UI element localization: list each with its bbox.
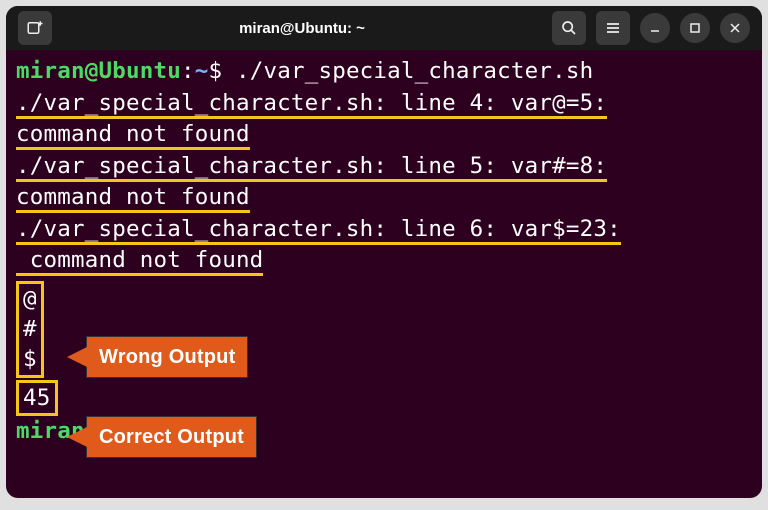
correct-output-tag-label: Correct Output	[99, 426, 244, 448]
new-tab-button[interactable]	[18, 11, 52, 45]
minimize-icon	[649, 22, 661, 34]
window-title: miran@Ubuntu: ~	[60, 20, 544, 37]
terminal-window: miran@Ubuntu: ~	[6, 6, 762, 498]
correct-output-line-1: 45	[23, 385, 51, 411]
arrow-icon	[67, 427, 87, 447]
error-2-line-1: ./var_special_character.sh: line 5: var#…	[16, 151, 752, 183]
prompt-host: Ubuntu	[98, 58, 180, 84]
titlebar: miran@Ubuntu: ~	[6, 6, 762, 50]
error-3-line-1: ./var_special_character.sh: line 6: var$…	[16, 214, 752, 246]
error-3-line-2: command not found	[16, 245, 752, 277]
wrong-output-tag: Wrong Output	[86, 336, 248, 378]
prompt-at: @	[85, 58, 99, 84]
search-icon	[561, 20, 577, 36]
hamburger-icon	[605, 20, 621, 36]
prompt-path: ~	[195, 58, 209, 84]
titlebar-left	[18, 11, 52, 45]
wrong-output-line-3: $	[23, 346, 37, 372]
error-3-part-1: ./var_special_character.sh: line 6: var$…	[16, 216, 621, 245]
prompt-line-1: miran@Ubuntu:~$ ./var_special_character.…	[16, 56, 752, 88]
error-3-part-2: command not found	[16, 247, 263, 276]
wrong-output-line-2: #	[23, 316, 37, 342]
close-icon	[729, 22, 741, 34]
correct-output-tag: Correct Output	[86, 416, 257, 458]
titlebar-right	[552, 11, 750, 45]
error-2-part-1: ./var_special_character.sh: line 5: var#…	[16, 153, 607, 182]
wrong-output-tag-label: Wrong Output	[99, 346, 235, 368]
error-1-part-1: ./var_special_character.sh: line 4: var@…	[16, 90, 607, 119]
prompt-dollar: $	[208, 58, 222, 84]
command-text: ./var_special_character.sh	[222, 58, 593, 84]
minimize-button[interactable]	[640, 13, 670, 43]
menu-button[interactable]	[596, 11, 630, 45]
prompt-colon: :	[181, 58, 195, 84]
error-1-line-1: ./var_special_character.sh: line 4: var@…	[16, 88, 752, 120]
prompt-user: miran	[16, 58, 85, 84]
search-button[interactable]	[552, 11, 586, 45]
wrong-output-line-1: @	[23, 286, 37, 312]
error-1-line-2: command not found	[16, 119, 752, 151]
error-2-line-2: command not found	[16, 182, 752, 214]
close-button[interactable]	[720, 13, 750, 43]
error-1-part-2: command not found	[16, 121, 250, 150]
correct-output-box: 45	[16, 378, 752, 416]
error-2-part-2: command not found	[16, 184, 250, 213]
maximize-button[interactable]	[680, 13, 710, 43]
terminal-body[interactable]: miran@Ubuntu:~$ ./var_special_character.…	[6, 50, 762, 498]
maximize-icon	[689, 22, 701, 34]
new-tab-icon	[26, 19, 44, 37]
arrow-icon	[67, 347, 87, 367]
